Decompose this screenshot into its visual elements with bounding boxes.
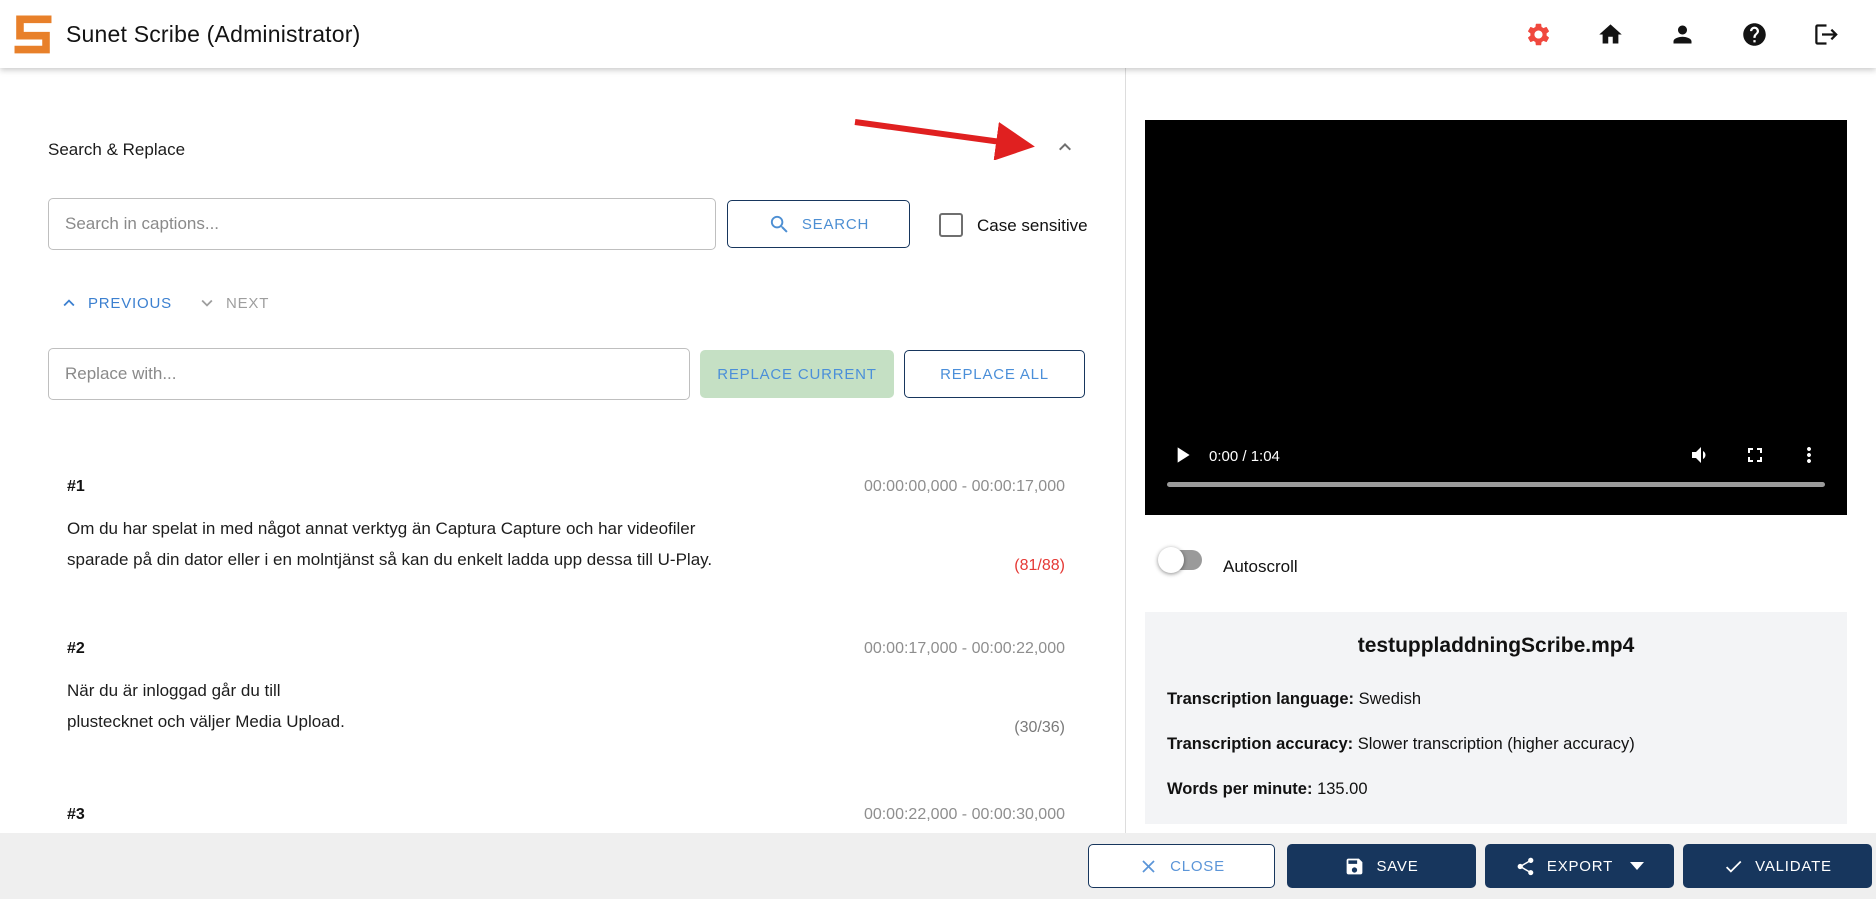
char-count-badge: (30/36) bbox=[1014, 719, 1065, 737]
replace-current-button[interactable]: REPLACE CURRENT bbox=[700, 350, 894, 398]
replace-current-label: REPLACE CURRENT bbox=[717, 366, 877, 383]
caption-timestamp: 00:00:00,000 - 00:00:17,000 bbox=[864, 478, 1065, 496]
autoscroll-label: Autoscroll bbox=[1223, 557, 1298, 577]
transcription-accuracy-row: Transcription accuracy: Slower transcrip… bbox=[1167, 735, 1635, 754]
share-icon bbox=[1515, 856, 1536, 877]
home-icon[interactable] bbox=[1597, 21, 1624, 48]
caption-timestamp: 00:00:22,000 - 00:00:30,000 bbox=[864, 806, 1065, 824]
export-label: EXPORT bbox=[1547, 858, 1613, 875]
volume-icon[interactable] bbox=[1689, 443, 1713, 467]
sunet-logo-icon bbox=[12, 13, 54, 55]
caption-timestamp: 00:00:17,000 - 00:00:22,000 bbox=[864, 640, 1065, 658]
chevron-up-icon bbox=[1053, 135, 1077, 159]
caption-header: #2 00:00:17,000 - 00:00:22,000 bbox=[67, 640, 1065, 658]
gear-icon[interactable] bbox=[1525, 21, 1552, 48]
dropdown-caret-icon bbox=[1630, 862, 1644, 870]
search-button[interactable]: SEARCH bbox=[727, 200, 910, 248]
video-time: 0:00 / 1:04 bbox=[1209, 448, 1280, 465]
action-bar: CLOSE SAVE EXPORT VALIDATE bbox=[0, 833, 1876, 899]
caption-number: #1 bbox=[67, 478, 85, 496]
previous-match-button[interactable]: PREVIOUS bbox=[58, 292, 172, 314]
save-label: SAVE bbox=[1376, 858, 1418, 875]
transcription-language-row: Transcription language: Swedish bbox=[1167, 690, 1421, 709]
video-seekbar[interactable] bbox=[1167, 482, 1825, 487]
next-match-button[interactable]: NEXT bbox=[196, 292, 269, 314]
caption-item-1[interactable]: #1 00:00:00,000 - 00:00:17,000 Om du har… bbox=[67, 478, 1065, 575]
replace-input[interactable] bbox=[48, 348, 690, 400]
save-icon bbox=[1344, 856, 1365, 877]
caption-number: #3 bbox=[67, 806, 85, 824]
case-sensitive-label: Case sensitive bbox=[977, 216, 1088, 236]
close-button[interactable]: CLOSE bbox=[1088, 844, 1275, 888]
logout-icon[interactable] bbox=[1813, 21, 1840, 48]
toggle-thumb bbox=[1158, 547, 1184, 573]
validate-button[interactable]: VALIDATE bbox=[1683, 844, 1872, 888]
validate-label: VALIDATE bbox=[1755, 858, 1832, 875]
search-button-label: SEARCH bbox=[802, 216, 869, 233]
char-count-badge: (81/88) bbox=[1014, 557, 1065, 575]
caption-item-2[interactable]: #2 00:00:17,000 - 00:00:22,000 När du är… bbox=[67, 640, 1065, 737]
close-icon bbox=[1138, 856, 1159, 877]
caption-text[interactable]: När du är inloggad går du till plusteckn… bbox=[67, 675, 1014, 737]
close-label: CLOSE bbox=[1170, 858, 1225, 875]
more-options-icon[interactable] bbox=[1797, 443, 1821, 467]
collapse-panel-button[interactable] bbox=[1053, 135, 1077, 159]
replace-all-label: REPLACE ALL bbox=[940, 366, 1049, 383]
chevron-down-icon bbox=[196, 292, 218, 314]
file-name: testuppladdningScribe.mp4 bbox=[1145, 634, 1847, 658]
header-icon-bar bbox=[1525, 21, 1840, 48]
search-icon bbox=[768, 213, 791, 236]
caption-item-3[interactable]: #3 00:00:22,000 - 00:00:30,000 bbox=[67, 806, 1065, 824]
panel-divider bbox=[1125, 68, 1126, 833]
video-player[interactable]: 0:00 / 1:04 bbox=[1145, 120, 1847, 515]
autoscroll-toggle[interactable] bbox=[1160, 548, 1204, 572]
search-replace-title: Search & Replace bbox=[48, 140, 185, 160]
app-header: Sunet Scribe (Administrator) bbox=[0, 0, 1876, 68]
caption-text[interactable]: Om du har spelat in med något annat verk… bbox=[67, 513, 1014, 575]
export-button[interactable]: EXPORT bbox=[1485, 844, 1674, 888]
check-icon bbox=[1723, 856, 1744, 877]
words-per-minute-row: Words per minute: 135.00 bbox=[1167, 780, 1368, 799]
play-icon[interactable] bbox=[1169, 442, 1195, 468]
fullscreen-icon[interactable] bbox=[1743, 443, 1767, 467]
replace-all-button[interactable]: REPLACE ALL bbox=[904, 350, 1085, 398]
save-button[interactable]: SAVE bbox=[1287, 844, 1476, 888]
caption-header: #3 00:00:22,000 - 00:00:30,000 bbox=[67, 806, 1065, 824]
search-input[interactable] bbox=[48, 198, 716, 250]
file-info-card: testuppladdningScribe.mp4 Transcription … bbox=[1145, 612, 1847, 824]
case-sensitive-checkbox[interactable] bbox=[939, 213, 963, 237]
next-label: NEXT bbox=[226, 295, 269, 312]
chevron-up-icon bbox=[58, 292, 80, 314]
previous-label: PREVIOUS bbox=[88, 295, 172, 312]
annotation-arrow bbox=[843, 106, 1055, 160]
page-title: Sunet Scribe (Administrator) bbox=[66, 21, 360, 48]
help-icon[interactable] bbox=[1741, 21, 1768, 48]
caption-header: #1 00:00:00,000 - 00:00:17,000 bbox=[67, 478, 1065, 496]
person-icon[interactable] bbox=[1669, 21, 1696, 48]
caption-number: #2 bbox=[67, 640, 85, 658]
